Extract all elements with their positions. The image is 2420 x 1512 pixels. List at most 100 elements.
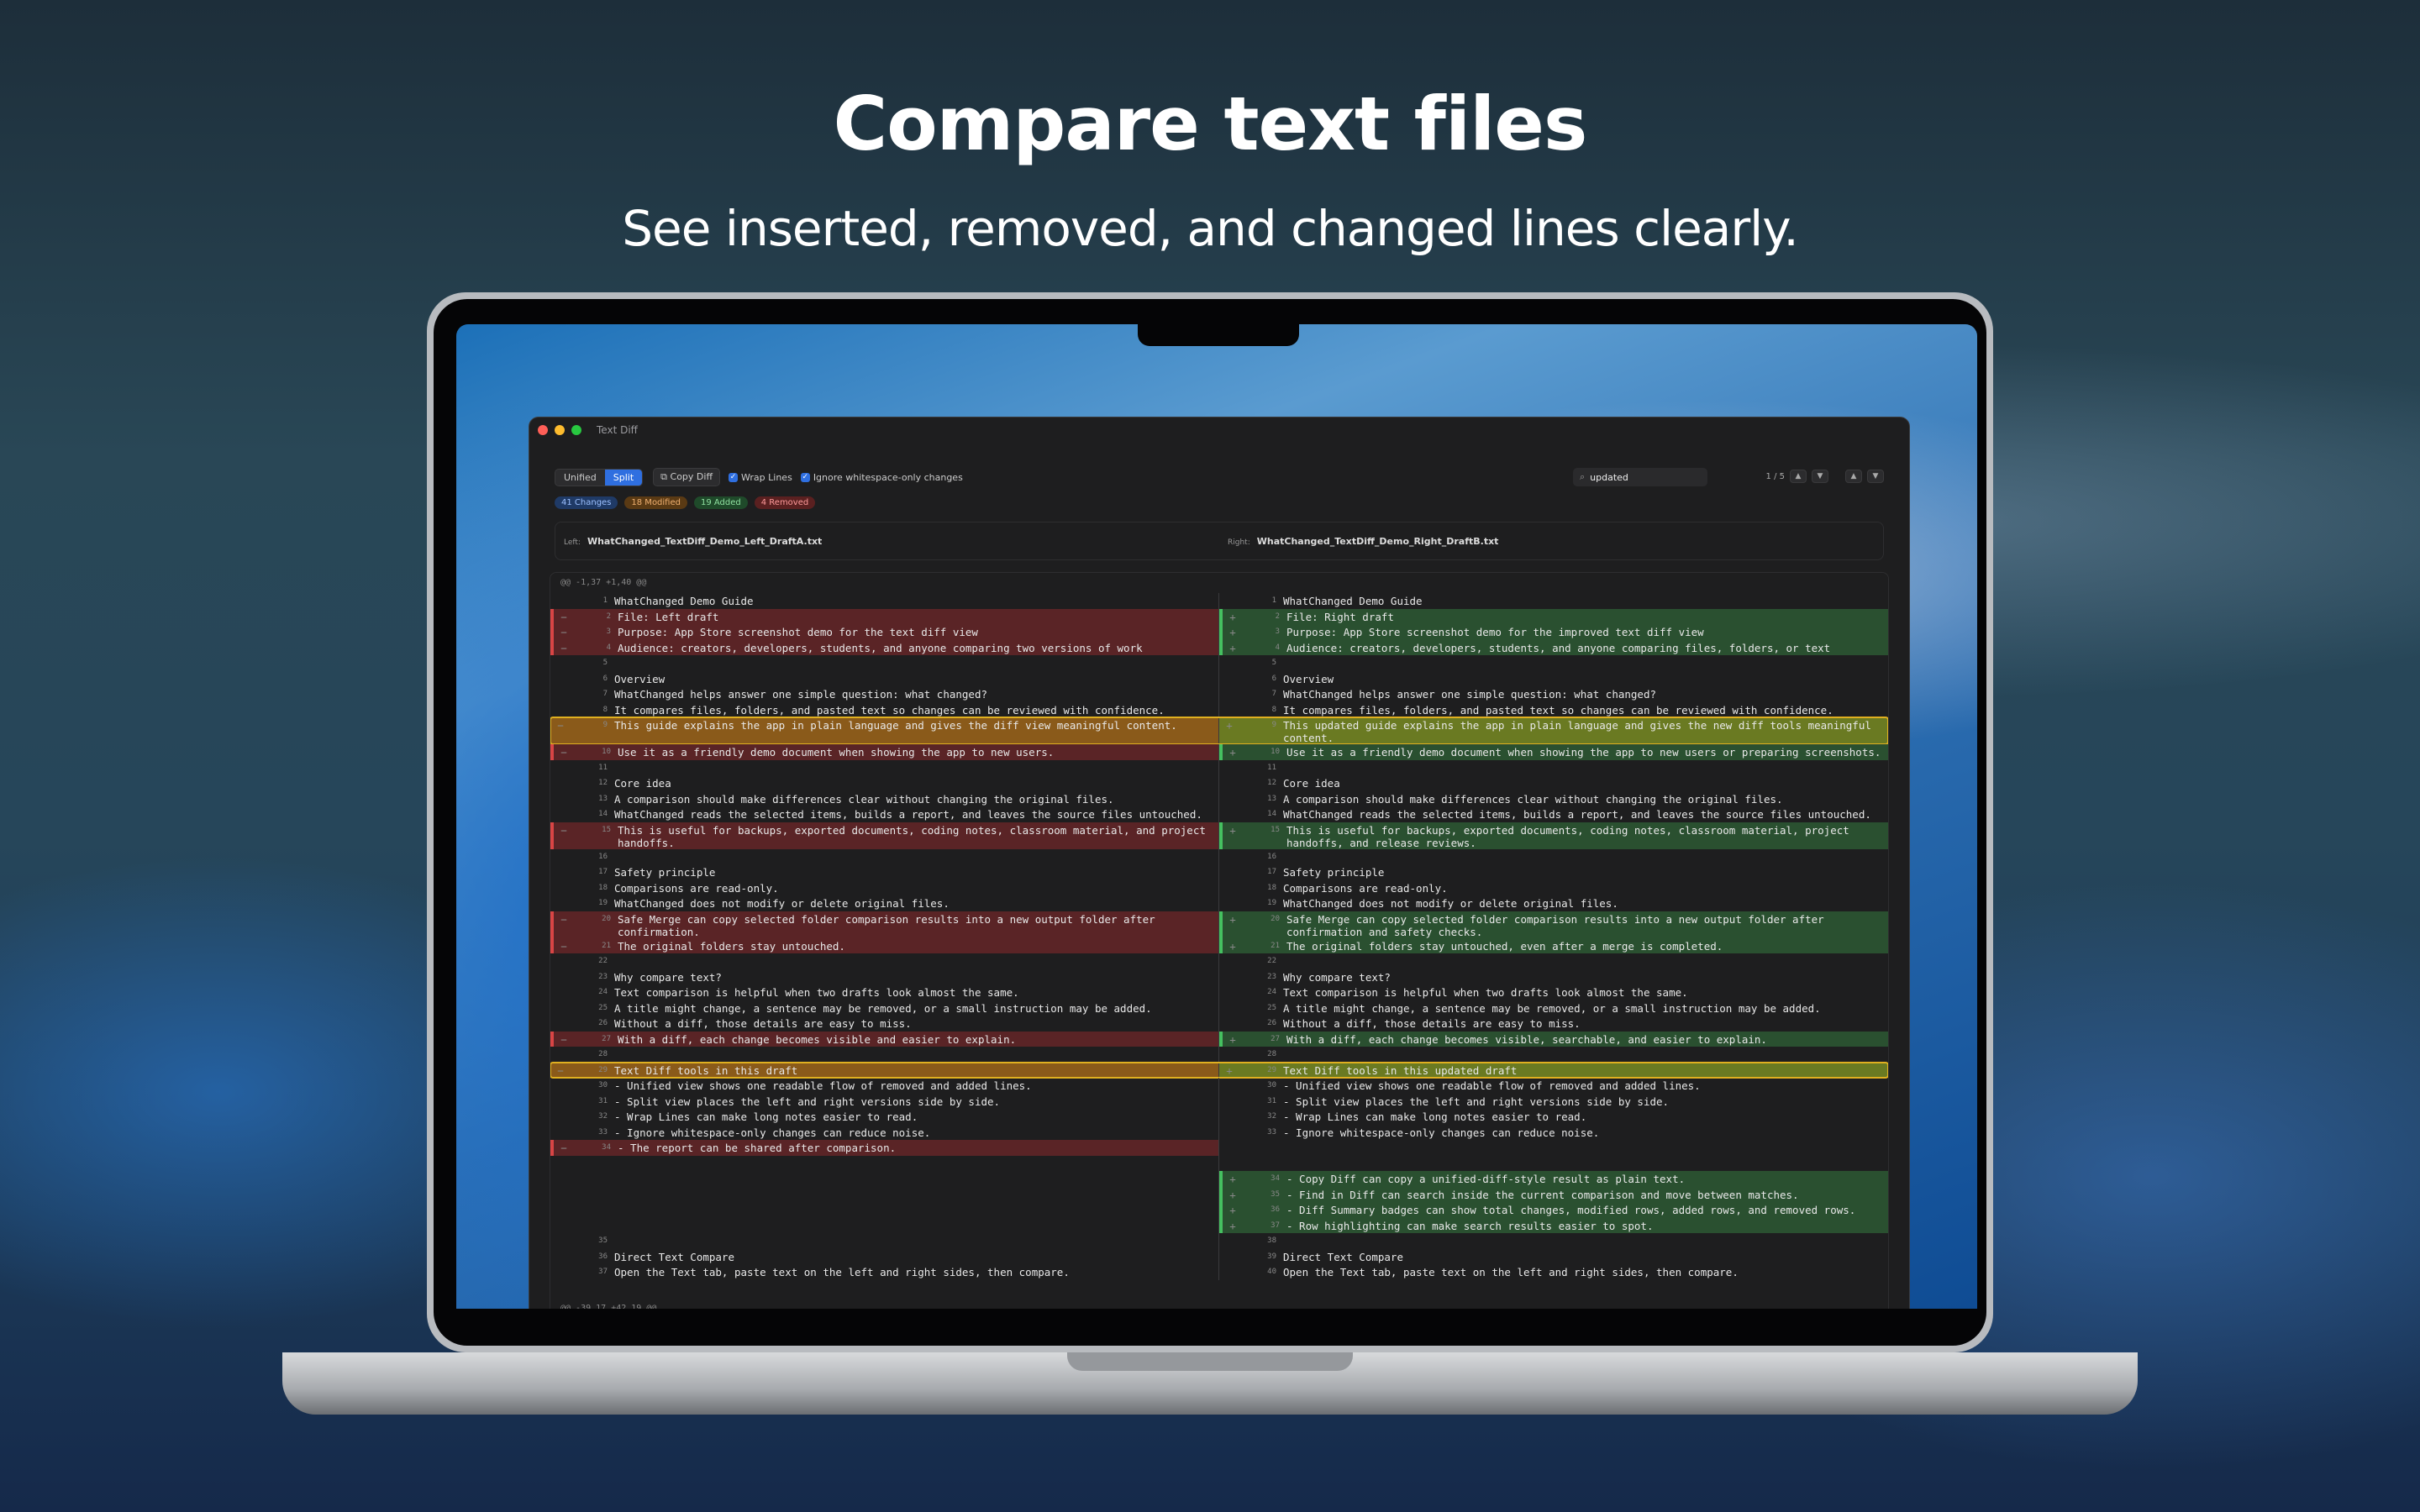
line-text [614,1204,1218,1218]
diff-row[interactable]: 17 Safety principle 17 Safety principle [550,864,1888,880]
prev-change-icon[interactable]: ▲ [1845,470,1862,483]
diff-row[interactable]: 55 [550,655,1888,671]
line-text: - Split view places the left and right v… [614,1095,1001,1108]
change-marker [550,688,571,702]
line-number: 22 [598,957,608,965]
diff-row[interactable]: 19 WhatChanged does not modify or delete … [550,895,1888,911]
diff-row[interactable]: − 20 Safe Merge can copy selected folder c… [550,911,1888,938]
diff-row[interactable]: − 10 Use it as a friendly demo document wh… [550,744,1888,760]
search-input[interactable]: updated [1590,472,1628,483]
diff-row[interactable]: 22 22 [550,953,1888,969]
diff-row[interactable]: − 34 - The report can be shared after comp… [550,1140,1888,1156]
diff-row[interactable]: − 21 The original folders stay untouched. +… [550,937,1888,953]
change-marker [1219,793,1239,807]
right-line: 28 [1219,1047,1888,1063]
diff-row[interactable]: 23 Why compare text? 23 Why compare text? [550,969,1888,984]
right-line: 30 - Unified view shows one readable flow… [1219,1078,1888,1094]
diff-row[interactable]: 30 - Unified view shows one readable flow… [550,1078,1888,1094]
diff-row[interactable]: − 27 With a diff, each change becomes visi… [550,1031,1888,1047]
diff-row[interactable]: 36 Direct Text Compare 39 Direct Text Compa… [550,1248,1888,1264]
diff-row[interactable]: 26 Without a diff, those details are easy… [550,1016,1888,1032]
diff-view[interactable]: @@ -1,37 +1,40 @@ 1 WhatChanged Demo Guid… [550,572,1889,1309]
diff-row[interactable]: 7 WhatChanged helps answer one simple que… [550,686,1888,702]
diff-row[interactable]: − 9 This guide explains the app in plain l… [550,717,1888,745]
diff-row[interactable]: − 4 Audience: creators, developers, studen… [550,639,1888,655]
line-text: A comparison should make differences cle… [614,792,1114,806]
close-icon[interactable] [538,425,548,435]
prev-match-icon[interactable]: ▲ [1790,470,1807,483]
diff-row[interactable]: +36 - Diff Summary badges can show total … [550,1202,1888,1218]
change-marker [550,704,571,718]
diff-row[interactable]: +34 - Copy Diff can copy a unified-diff-s… [550,1171,1888,1187]
line-number: 40 [1267,1268,1276,1276]
diff-row[interactable]: 12 Core idea 12 Core idea [550,775,1888,791]
left-line: − 9 This guide explains the app in plain l… [550,717,1219,744]
change-marker: + [1229,746,1236,759]
right-line: +34 - Copy Diff can copy a unified-diff-s… [1219,1171,1888,1187]
diff-row[interactable]: 8 It compares files, folders, and pasted … [550,701,1888,718]
next-change-icon[interactable]: ▼ [1867,470,1884,483]
line-text: Comparisons are read-only. [1283,881,1448,895]
right-line: 26 Without a diff, those details are easy… [1219,1016,1888,1032]
change-marker [550,986,571,1000]
right-line: +37 - Row highlighting can make search re… [1219,1217,1888,1233]
line-text: Without a diff, those details are easy t… [1283,1017,1581,1030]
change-marker: + [1229,1219,1236,1232]
diff-row[interactable]: 28 28 [550,1047,1888,1063]
right-line: 8 It compares files, folders, and pasted … [1219,702,1888,718]
change-marker [550,762,571,776]
unified-tab[interactable]: Unified [555,470,605,486]
diff-row[interactable]: 32 - Wrap Lines can make long notes easie… [550,1109,1888,1125]
line-text [614,657,1218,671]
diff-row[interactable]: +37 - Row highlighting can make search re… [550,1217,1888,1233]
copy-diff-button[interactable]: ⧉ Copy Diff [653,468,721,486]
split-tab[interactable]: Split [604,469,643,486]
change-marker: + [1229,1188,1236,1201]
diff-row[interactable]: 24 Text comparison is helpful when two dr… [550,984,1888,1000]
line-text: Direct Text Compare [614,1250,734,1263]
line-text: Text Diff tools in this draft [614,1063,798,1077]
diff-row[interactable]: 16 16 [550,848,1888,864]
next-match-icon[interactable]: ▼ [1812,470,1828,483]
change-marker: + [1229,641,1236,654]
minimize-icon[interactable] [555,425,565,435]
line-text: Overview [614,672,666,685]
line-number: 8 [602,705,608,714]
wrap-lines-checkbox[interactable]: ✓ Wrap Lines [729,472,792,483]
change-marker [1219,1002,1239,1016]
diff-row[interactable]: 6 Overview 6 Overview [550,670,1888,686]
diff-row[interactable]: 31 - Split view places the left and right… [550,1093,1888,1109]
diff-row[interactable]: 37 Open the Text tab, paste text on the l… [550,1264,1888,1280]
diff-row[interactable] [550,1155,1888,1171]
ignore-whitespace-checkbox[interactable]: ✓ Ignore whitespace-only changes [800,472,963,483]
diff-row[interactable]: 11 11 [550,759,1888,776]
diff-row[interactable]: 13 A comparison should make differences c… [550,790,1888,807]
diff-row[interactable]: +35 - Find in Diff can search inside the … [550,1186,1888,1202]
line-number: 3 [1275,627,1280,636]
diff-row[interactable]: − 15 This is useful for backups, exported … [550,822,1888,849]
diff-row[interactable]: − 2 File: Left draft +2 File: Right draft [550,608,1888,624]
right-file: Right: WhatChanged_TextDiff_Demo_Right_Dr… [1219,536,1883,547]
line-number: 37 [1270,1221,1280,1230]
diff-row[interactable]: − 3 Purpose: App Store screenshot demo for… [550,624,1888,640]
diff-row[interactable]: 18 Comparisons are read-only. 18 Comparison… [550,879,1888,895]
change-marker [550,1204,571,1218]
right-line: 19 WhatChanged does not modify or delete … [1219,895,1888,911]
line-number: 34 [1270,1174,1280,1183]
diff-row[interactable]: 1 WhatChanged Demo Guide 1 WhatChanged Demo… [550,593,1888,609]
search-field[interactable]: ⌕ updated [1573,468,1707,486]
diff-row[interactable]: 35 38 [550,1233,1888,1249]
line-text: WhatChanged Demo Guide [614,595,754,607]
diff-row[interactable]: 14 WhatChanged reads the selected items, … [550,806,1888,822]
right-line: +3 Purpose: App Store screenshot demo for… [1219,624,1888,640]
change-marker [550,1048,571,1063]
diff-row[interactable]: 33 - Ignore whitespace-only changes can r… [550,1124,1888,1140]
diff-row[interactable]: − 29 Text Diff tools in this draft +29 Text … [550,1061,1888,1079]
line-number: 28 [1267,1050,1276,1058]
change-marker: − [560,610,567,623]
line-number: 35 [598,1236,608,1245]
diff-row[interactable]: 25 A title might change, a sentence may b… [550,1000,1888,1016]
zoom-icon[interactable] [571,425,581,435]
line-number: 1 [602,596,608,605]
change-marker [550,897,571,911]
